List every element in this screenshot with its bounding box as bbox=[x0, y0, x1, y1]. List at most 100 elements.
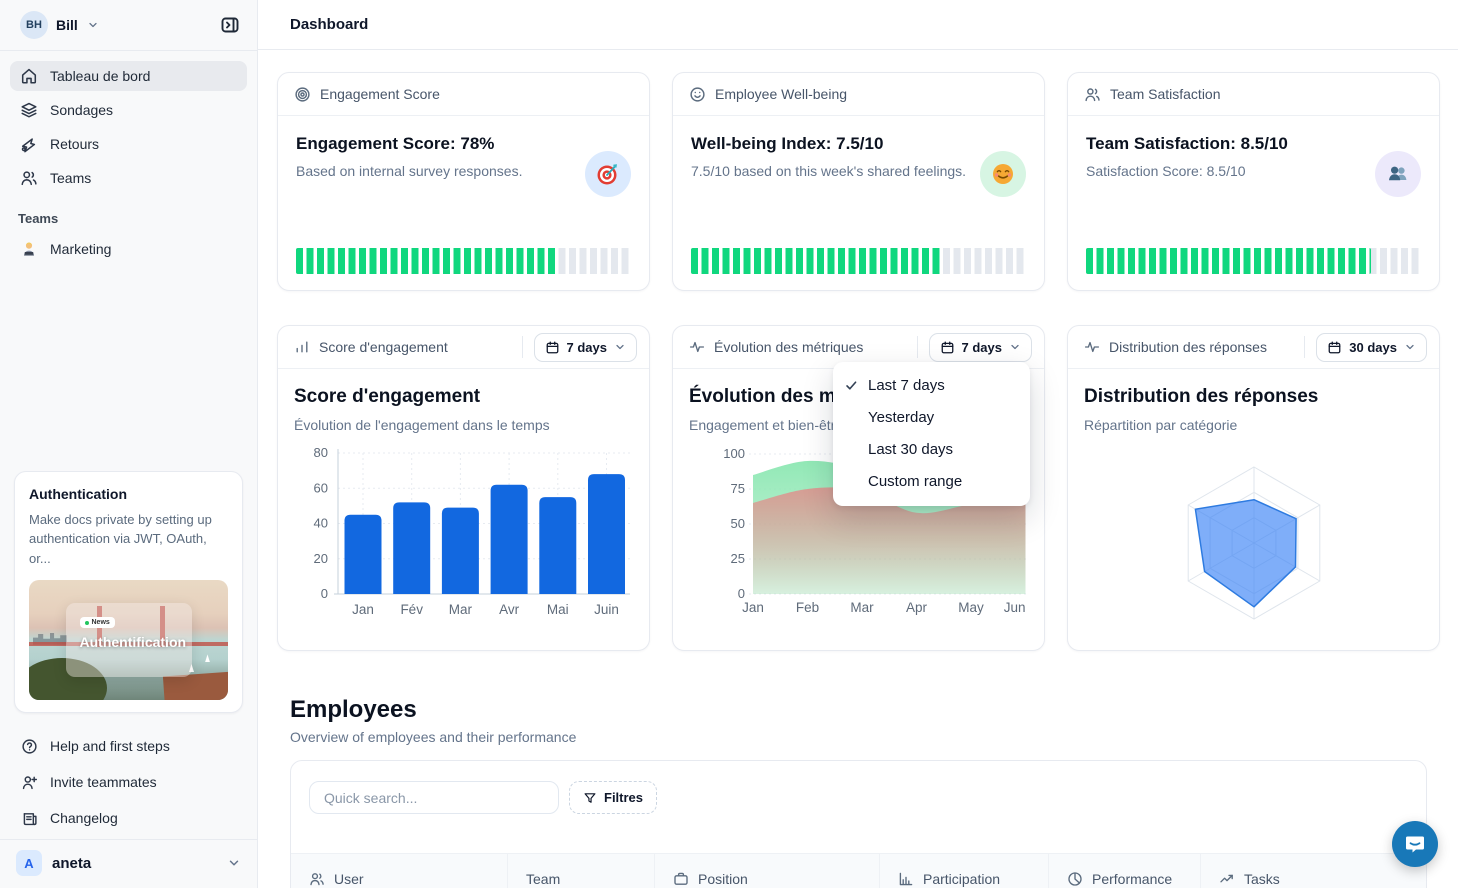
progress-bar bbox=[691, 248, 1026, 274]
stat-card-title: Employee Well-being bbox=[715, 86, 847, 102]
employees-title: Employees bbox=[290, 696, 417, 724]
progress-bar bbox=[1086, 248, 1421, 274]
smiley-icon bbox=[689, 86, 706, 103]
period-dropdown-menu: Last 7 days Yesterday Last 30 days Custo… bbox=[833, 362, 1030, 506]
svg-text:25: 25 bbox=[731, 551, 745, 566]
calendar-icon bbox=[1327, 340, 1342, 355]
promo-image[interactable]: News Authentification bbox=[29, 580, 228, 700]
sidebar-item-label: Marketing bbox=[50, 241, 111, 257]
sidebar-item-label: Help and first steps bbox=[50, 738, 170, 754]
stat-card-header: Engagement Score bbox=[278, 73, 649, 116]
funnel-icon bbox=[583, 791, 597, 805]
megaphone-icon bbox=[20, 135, 38, 153]
sidebar-item-label: Retours bbox=[50, 136, 99, 152]
sidebar-collapse-button[interactable] bbox=[215, 10, 245, 40]
users-icon bbox=[1084, 86, 1101, 103]
svg-text:Avr: Avr bbox=[499, 602, 520, 617]
svg-text:Juin: Juin bbox=[594, 602, 619, 617]
trending-up-icon bbox=[1219, 871, 1235, 887]
sidebar-item-help[interactable]: Help and first steps bbox=[10, 731, 247, 761]
sidebar-item-label: Teams bbox=[50, 170, 91, 186]
promo-description: Make docs private by setting up authenti… bbox=[29, 510, 228, 569]
column-header-user[interactable]: User bbox=[291, 854, 508, 888]
home-icon bbox=[20, 67, 38, 85]
column-header-tasks[interactable]: Tasks bbox=[1201, 854, 1426, 888]
period-select-button[interactable]: 7 days bbox=[929, 333, 1032, 362]
sidebar-item-sondages[interactable]: Sondages bbox=[10, 95, 247, 125]
chat-widget-button[interactable] bbox=[1392, 821, 1438, 867]
sidebar-item-invite[interactable]: Invite teammates bbox=[10, 767, 247, 797]
sidebar-item-tableau-de-bord[interactable]: Tableau de bord bbox=[10, 61, 247, 91]
help-circle-icon bbox=[20, 738, 38, 755]
busts-in-silhouette-emoji bbox=[1375, 151, 1421, 197]
svg-text:20: 20 bbox=[314, 551, 328, 566]
chevron-down-icon bbox=[227, 856, 241, 870]
sidebar-item-retours[interactable]: Retours bbox=[10, 129, 247, 159]
stat-value: Well-being Index: 7.5/10 bbox=[691, 134, 1026, 154]
filters-button[interactable]: Filtres bbox=[569, 781, 657, 814]
briefcase-icon bbox=[673, 871, 689, 887]
column-header-performance[interactable]: Performance bbox=[1049, 854, 1201, 888]
divider bbox=[1304, 336, 1305, 358]
svg-text:Mai: Mai bbox=[547, 602, 569, 617]
chart-title: Distribution des réponses bbox=[1084, 386, 1423, 408]
table-toolbar: Filtres bbox=[291, 761, 1426, 814]
topbar: Dashboard bbox=[258, 0, 1458, 50]
svg-text:100: 100 bbox=[723, 446, 745, 461]
sidebar-item-label: Tableau de bord bbox=[50, 68, 150, 84]
chart-card-header: Distribution des réponses 30 days bbox=[1068, 326, 1439, 369]
target-icon bbox=[294, 86, 311, 103]
news-badge: News bbox=[80, 617, 115, 628]
column-header-participation[interactable]: Participation bbox=[880, 854, 1049, 888]
user-plus-icon bbox=[20, 774, 38, 791]
smiling-face-emoji bbox=[980, 151, 1026, 197]
svg-text:0: 0 bbox=[738, 586, 745, 601]
svg-text:Apr: Apr bbox=[906, 600, 928, 615]
period-select-button[interactable]: 30 days bbox=[1316, 333, 1427, 362]
search-input[interactable] bbox=[309, 781, 559, 814]
chart-card-title: Distribution des réponses bbox=[1109, 339, 1267, 355]
bar-chart-icon bbox=[294, 339, 310, 355]
chart-subtitle: Répartition par catégorie bbox=[1084, 417, 1423, 433]
stat-card-header: Team Satisfaction bbox=[1068, 73, 1439, 116]
user-name[interactable]: Bill bbox=[56, 17, 78, 33]
menu-item-last-30-days[interactable]: Last 30 days bbox=[833, 434, 1030, 466]
table-header-row: User Team Position Participation Perform… bbox=[291, 853, 1426, 888]
period-value: 7 days bbox=[962, 340, 1002, 355]
stat-card-wellbeing: Employee Well-being Well-being Index: 7.… bbox=[672, 72, 1045, 291]
chart-card-engagement-score: Score d'engagement 7 days Score d'engage… bbox=[277, 325, 650, 651]
promo-title: Authentication bbox=[29, 486, 228, 502]
sidebar: BH Bill Tableau de bord Sondages Retours bbox=[0, 0, 258, 888]
sidebar-item-changelog[interactable]: Changelog bbox=[10, 803, 247, 833]
period-value: 7 days bbox=[567, 340, 607, 355]
promo-card-authentication[interactable]: Authentication Make docs private by sett… bbox=[14, 471, 243, 714]
stat-value: Team Satisfaction: 8.5/10 bbox=[1086, 134, 1421, 154]
menu-item-yesterday[interactable]: Yesterday bbox=[833, 402, 1030, 434]
chart-card-response-distribution: Distribution des réponses 30 days Distri… bbox=[1067, 325, 1440, 651]
column-header-team[interactable]: Team bbox=[508, 854, 655, 888]
svg-text:60: 60 bbox=[314, 480, 328, 495]
layers-icon bbox=[20, 101, 38, 119]
stat-value: Engagement Score: 78% bbox=[296, 134, 631, 154]
menu-item-custom-range[interactable]: Custom range bbox=[833, 466, 1030, 498]
target-emoji bbox=[585, 151, 631, 197]
changelog-icon bbox=[20, 810, 38, 827]
stat-card-title: Team Satisfaction bbox=[1110, 86, 1221, 102]
sidebar-item-teams[interactable]: Teams bbox=[10, 163, 247, 193]
chart-card-title: Évolution des métriques bbox=[714, 339, 863, 355]
chat-bubble-icon bbox=[1403, 832, 1427, 856]
menu-item-last-7-days[interactable]: Last 7 days bbox=[833, 370, 1030, 402]
svg-text:Jan: Jan bbox=[742, 600, 764, 615]
user-avatar[interactable]: BH bbox=[20, 11, 48, 39]
bar-chart: 020406080JanFévMarAvrMaiJuin bbox=[278, 444, 649, 649]
sidebar-item-marketing[interactable]: Marketing bbox=[10, 234, 247, 264]
period-select-button[interactable]: 7 days bbox=[534, 333, 637, 362]
activity-icon bbox=[689, 339, 705, 355]
stat-card-satisfaction: Team Satisfaction Team Satisfaction: 8.5… bbox=[1067, 72, 1440, 291]
sailboat-shape bbox=[205, 654, 210, 662]
chevron-down-icon bbox=[1009, 341, 1021, 353]
column-header-position[interactable]: Position bbox=[655, 854, 880, 888]
workspace-switcher[interactable]: A aneta bbox=[0, 840, 257, 888]
sidebar-item-label: Invite teammates bbox=[50, 774, 157, 790]
sidebar-section-teams: Teams bbox=[0, 197, 257, 234]
